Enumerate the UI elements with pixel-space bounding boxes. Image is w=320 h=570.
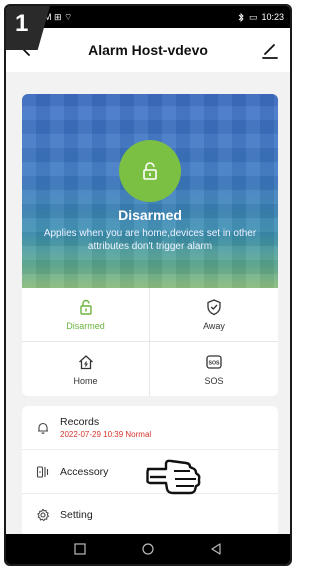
- security-state: Disarmed: [118, 207, 182, 223]
- mode-label: Home: [73, 375, 98, 386]
- pointing-hand-icon: [146, 459, 201, 495]
- mode-grid: Disarmed Away Home SOS SOS: [22, 288, 278, 396]
- menu-label: Setting: [60, 509, 93, 521]
- android-nav-bar: [6, 534, 290, 564]
- menu-item-setting[interactable]: Setting: [22, 494, 278, 536]
- mode-sos[interactable]: SOS SOS: [150, 342, 278, 396]
- home-nav-icon[interactable]: [141, 542, 155, 556]
- records-latest: 2022-07-29 10:39 Normal: [60, 430, 152, 439]
- recents-icon[interactable]: [73, 542, 87, 556]
- app-header: Alarm Host-vdevo: [6, 28, 290, 72]
- network-indicators: M ⊞ ⌔: [44, 11, 73, 22]
- shield-check-icon: [207, 299, 221, 316]
- bluetooth-icon: [238, 12, 244, 22]
- unlock-icon: [79, 299, 92, 315]
- security-description: Applies when you are home,devices set in…: [43, 228, 257, 252]
- mode-label: Away: [203, 321, 225, 331]
- sos-icon: SOS: [206, 354, 222, 369]
- mode-disarmed[interactable]: Disarmed: [22, 288, 150, 342]
- security-card: Disarmed Applies when you are home,devic…: [22, 94, 278, 396]
- unlock-icon: [143, 162, 157, 180]
- mode-label: Disarmed: [66, 321, 105, 331]
- mode-away[interactable]: Away: [150, 288, 278, 342]
- status-left: M ⊞ ⌔: [44, 12, 73, 23]
- gear-icon: [37, 508, 49, 522]
- back-nav-icon[interactable]: [209, 542, 223, 556]
- status-time: 10:23: [261, 12, 284, 22]
- disarm-toggle[interactable]: [119, 140, 181, 202]
- security-hero: Disarmed Applies when you are home,devic…: [22, 94, 278, 288]
- menu-label: Accessory: [60, 465, 109, 478]
- battery-icon: ▭: [248, 11, 258, 22]
- menu-item-records[interactable]: Records 2022-07-29 10:39 Normal: [22, 406, 278, 450]
- status-right: ▭ 10:23: [238, 12, 284, 23]
- edit-button[interactable]: [260, 40, 280, 60]
- svg-text:SOS: SOS: [209, 360, 220, 366]
- device-icon: [36, 465, 49, 478]
- mode-home[interactable]: Home: [22, 342, 150, 396]
- records-text: Records 2022-07-29 10:39 Normal: [60, 416, 151, 439]
- menu-label: Records: [60, 416, 100, 428]
- page-title: Alarm Host-vdevo: [88, 42, 208, 58]
- phone-frame: M ⊞ ⌔ ▭ 10:23 Alarm Host-vdevo Disarmed …: [4, 4, 292, 566]
- bell-icon: [38, 422, 48, 434]
- mode-label: SOS: [204, 375, 224, 386]
- home-icon: [78, 354, 93, 369]
